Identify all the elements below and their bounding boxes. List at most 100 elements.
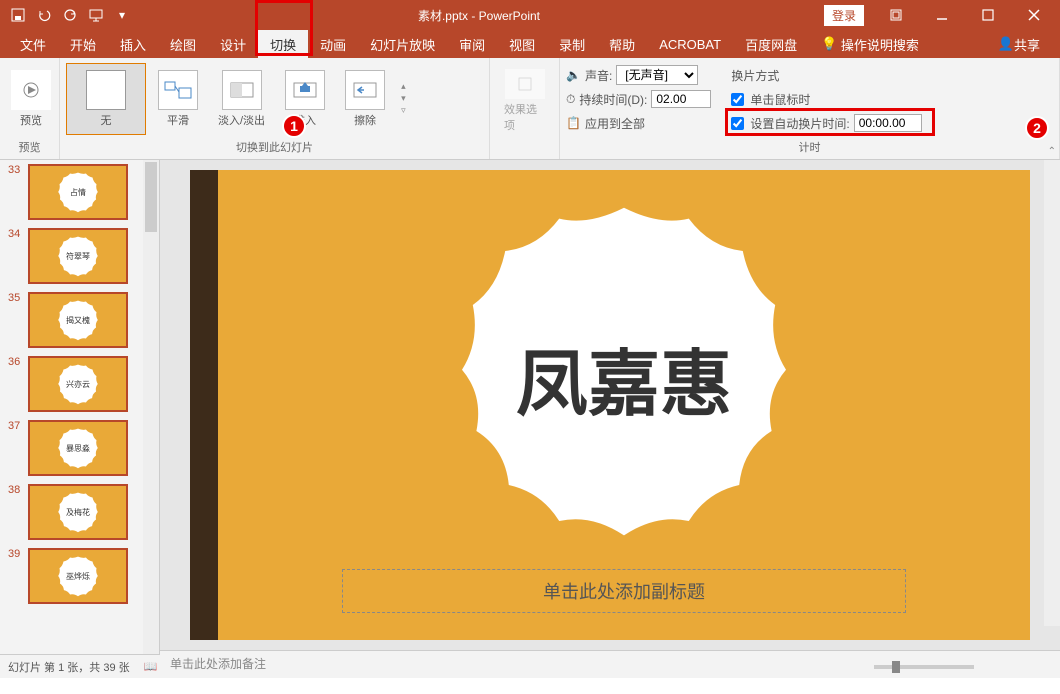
thumb-slide: 兴亦云	[28, 356, 128, 412]
start-slideshow-icon[interactable]	[84, 3, 108, 27]
maximize-icon[interactable]	[966, 1, 1010, 29]
thumb-text: 占情	[70, 187, 86, 198]
collapse-ribbon-icon[interactable]: ⌃	[1048, 146, 1056, 157]
ribbon-options-icon[interactable]	[874, 1, 918, 29]
tab-acrobat[interactable]: ACROBAT	[647, 30, 733, 58]
none-icon	[86, 70, 126, 110]
thumbnail-item[interactable]: 39 巫烨烁	[0, 544, 159, 608]
transition-none[interactable]: 无	[66, 63, 146, 135]
share-button[interactable]: 👤 共享	[986, 30, 1052, 58]
transition-fade[interactable]: 淡入/淡出	[210, 63, 273, 135]
thumbs-scroll-thumb[interactable]	[145, 162, 157, 232]
callout-box-timing	[725, 108, 935, 136]
subtitle-placeholder[interactable]: 单击此处添加副标题	[342, 569, 906, 613]
push-icon	[285, 70, 325, 110]
zoom-slider-thumb[interactable]	[892, 661, 900, 673]
thumb-number: 39	[8, 548, 28, 560]
transition-morph[interactable]: 平滑	[150, 63, 206, 135]
thumb-text: 巫烨烁	[66, 571, 90, 582]
slide-area: 凤嘉惠 单击此处添加副标题 单击此处添加备注	[160, 160, 1060, 654]
undo-icon[interactable]	[32, 3, 56, 27]
thumb-slide: 符翠琴	[28, 228, 128, 284]
group-transitions: 切换到此幻灯片	[66, 137, 483, 157]
thumbnail-item[interactable]: 33 占情	[0, 160, 159, 224]
slide-title[interactable]: 凤嘉惠	[516, 325, 732, 430]
zoom-slider[interactable]	[874, 665, 974, 669]
minimize-icon[interactable]	[920, 1, 964, 29]
gallery-more[interactable]: ▴▾▿	[397, 81, 410, 116]
apply-all-button[interactable]: 应用到全部	[585, 115, 645, 132]
group-preview: 预览	[6, 137, 53, 157]
group-timing: 计时	[566, 137, 1053, 157]
login-button[interactable]: 登录	[824, 5, 864, 26]
sound-label: 声音:	[585, 67, 612, 84]
help-search[interactable]: 💡 操作说明搜索	[809, 30, 931, 58]
tab-insert[interactable]: 插入	[108, 30, 158, 58]
tab-home[interactable]: 开始	[58, 30, 108, 58]
effect-options-icon	[505, 69, 545, 99]
thumb-text: 符翠琴	[66, 251, 90, 262]
thumb-text: 兴亦云	[66, 379, 90, 390]
tab-slideshow[interactable]: 幻灯片放映	[358, 30, 447, 58]
thumbnail-item[interactable]: 38 及梅花	[0, 480, 159, 544]
spellcheck-icon[interactable]: 📖	[144, 660, 158, 673]
thumbnail-item[interactable]: 34 符翠琴	[0, 224, 159, 288]
save-icon[interactable]	[6, 3, 30, 27]
on-click-label: 单击鼠标时	[750, 91, 810, 108]
tab-transitions[interactable]: 切换	[258, 30, 308, 58]
thumb-slide: 及梅花	[28, 484, 128, 540]
notes-pane[interactable]: 单击此处添加备注	[160, 650, 1060, 676]
advance-label: 换片方式	[731, 64, 921, 86]
thumbnail-panel: 33 占情 34 符翠琴 35 揭又槐 36 兴亦云 37 暴思淼 38 及梅花…	[0, 160, 160, 654]
ribbon: 预览 预览 无 平滑 淡入/淡出 推入 擦除	[0, 58, 1060, 160]
thumb-number: 37	[8, 420, 28, 432]
duration-input[interactable]	[651, 90, 711, 108]
titlebar: ▾ 素材.pptx - PowerPoint 登录	[0, 0, 1060, 30]
tab-animations[interactable]: 动画	[308, 30, 358, 58]
effect-options-button[interactable]: 效果选项	[496, 65, 553, 137]
bulb-icon: 💡	[821, 36, 837, 52]
thumb-number: 33	[8, 164, 28, 176]
window-title: 素材.pptx - PowerPoint	[134, 7, 824, 24]
thumb-slide: 揭又槐	[28, 292, 128, 348]
close-icon[interactable]	[1012, 1, 1056, 29]
thumbnail-item[interactable]: 37 暴思淼	[0, 416, 159, 480]
slide-canvas[interactable]: 凤嘉惠 单击此处添加副标题	[160, 160, 1060, 650]
menubar: 文件 开始 插入 绘图 设计 切换 动画 幻灯片放映 审阅 视图 录制 帮助 A…	[0, 30, 1060, 58]
tab-baidu[interactable]: 百度网盘	[733, 30, 809, 58]
slide: 凤嘉惠 单击此处添加副标题	[190, 170, 1030, 640]
thumbnail-item[interactable]: 35 揭又槐	[0, 288, 159, 352]
quick-access: ▾	[0, 3, 134, 27]
thumbs-scrollbar[interactable]	[143, 160, 159, 654]
callout-2: 2	[1025, 116, 1049, 140]
qat-more-icon[interactable]: ▾	[110, 3, 134, 27]
thumb-slide: 暴思淼	[28, 420, 128, 476]
thumb-number: 36	[8, 356, 28, 368]
tab-file[interactable]: 文件	[8, 30, 58, 58]
tab-help[interactable]: 帮助	[597, 30, 647, 58]
apply-all-icon: 📋	[566, 116, 581, 130]
on-click-checkbox[interactable]	[731, 93, 744, 106]
tab-draw[interactable]: 绘图	[158, 30, 208, 58]
callout-1: 1	[282, 114, 306, 138]
thumb-text: 及梅花	[66, 507, 90, 518]
sound-select[interactable]: [无声音]	[616, 65, 698, 85]
fade-icon	[222, 70, 262, 110]
thumb-slide: 占情	[28, 164, 128, 220]
main-area: 33 占情 34 符翠琴 35 揭又槐 36 兴亦云 37 暴思淼 38 及梅花…	[0, 160, 1060, 654]
tab-view[interactable]: 视图	[497, 30, 547, 58]
transition-wipe[interactable]: 擦除	[337, 63, 393, 135]
preview-button[interactable]: 预览	[6, 63, 56, 135]
duration-label: 持续时间(D):	[579, 91, 647, 108]
tab-review[interactable]: 审阅	[447, 30, 497, 58]
slide-scrollbar[interactable]	[1044, 160, 1060, 626]
tab-record[interactable]: 录制	[547, 30, 597, 58]
thumb-number: 35	[8, 292, 28, 304]
duration-icon: ⏱	[566, 92, 575, 107]
morph-icon	[158, 70, 198, 110]
thumbnail-item[interactable]: 36 兴亦云	[0, 352, 159, 416]
redo-icon[interactable]	[58, 3, 82, 27]
slide-counter[interactable]: 幻灯片 第 1 张，共 39 张	[8, 659, 130, 675]
thumb-text: 暴思淼	[66, 443, 90, 454]
tab-design[interactable]: 设计	[208, 30, 258, 58]
